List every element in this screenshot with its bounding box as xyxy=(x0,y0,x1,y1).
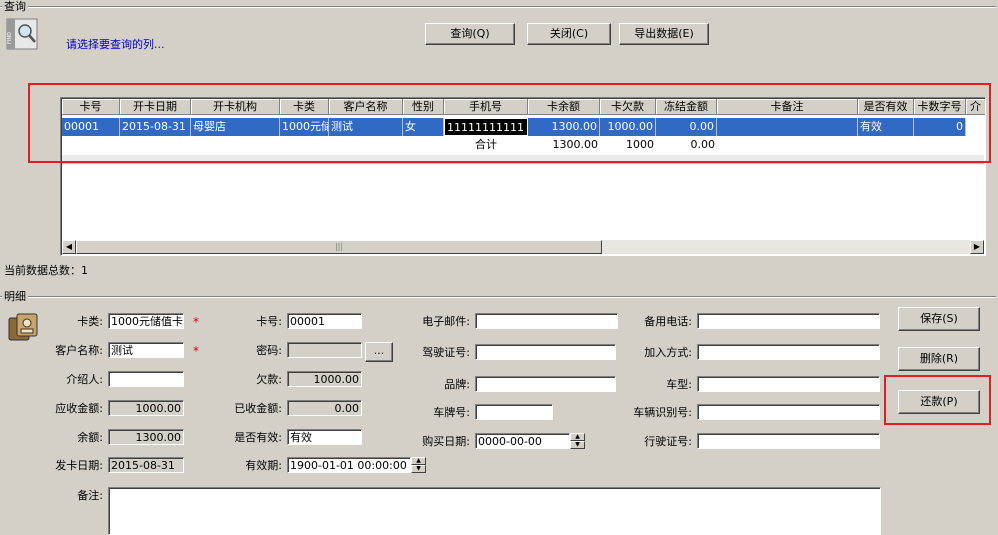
valid-field[interactable]: 有效 xyxy=(287,429,362,445)
purchase-date-label: 购买日期: xyxy=(422,435,470,448)
query-group-border xyxy=(0,6,996,7)
alt-phone-label: 备用电话: xyxy=(644,315,692,328)
save-button[interactable]: 保存(S) xyxy=(898,307,980,331)
password-field xyxy=(287,342,362,358)
svg-text:FIND: FIND xyxy=(7,32,13,44)
balance-field: 1300.00 xyxy=(108,429,184,445)
find-icon: FIND xyxy=(6,18,38,50)
detail-group-border xyxy=(0,296,996,297)
received-label: 已收金额: xyxy=(234,402,282,415)
password-label: 密码: xyxy=(256,344,282,357)
expiry-label: 有效期: xyxy=(245,459,282,472)
customer-field[interactable]: 测试 xyxy=(108,342,184,358)
card-no-field[interactable]: 00001 xyxy=(287,313,362,329)
alt-phone-field[interactable] xyxy=(697,313,880,329)
remark-field[interactable] xyxy=(108,487,881,535)
registration-label: 行驶证号: xyxy=(644,435,692,448)
query-group-title: 查询 xyxy=(2,0,28,14)
delete-button[interactable]: 删除(R) xyxy=(898,347,980,371)
vin-label: 车辆识别号: xyxy=(633,406,692,419)
spin-up-icon[interactable]: ▲ xyxy=(570,433,585,441)
brand-label: 品牌: xyxy=(444,378,470,391)
expiry-field[interactable]: 1900-01-01 00:00:00 xyxy=(287,457,411,473)
car-model-label: 车型: xyxy=(666,378,692,391)
vin-field[interactable] xyxy=(697,404,880,420)
expiry-spinner[interactable]: ▲ ▼ xyxy=(411,457,426,473)
grid-highlight-box xyxy=(28,83,991,163)
query-prompt: 请选择要查询的列... xyxy=(66,38,165,51)
issue-date-field: 2015-08-31 xyxy=(108,457,184,473)
debt-field: 1000.00 xyxy=(287,371,362,387)
spin-down-icon[interactable]: ▼ xyxy=(570,441,585,449)
record-count: 当前数据总数：1 xyxy=(4,264,88,277)
brand-field[interactable] xyxy=(475,376,616,392)
customer-label: 客户名称: xyxy=(55,344,103,357)
spin-up-icon[interactable]: ▲ xyxy=(411,457,426,465)
card-type-label: 卡类: xyxy=(77,315,103,328)
close-button[interactable]: 关闭(C) xyxy=(527,23,611,45)
cards-icon xyxy=(7,312,41,342)
plate-field[interactable] xyxy=(475,404,553,420)
join-method-label: 加入方式: xyxy=(644,346,692,359)
issue-date-label: 发卡日期: xyxy=(55,459,103,472)
join-method-field[interactable] xyxy=(697,344,880,360)
card-no-label: 卡号: xyxy=(256,315,282,328)
purchase-date-spinner[interactable]: ▲ ▼ xyxy=(570,433,585,449)
receivable-field: 1000.00 xyxy=(108,400,184,416)
scroll-left-icon[interactable]: ◀ xyxy=(62,240,76,254)
horizontal-scrollbar[interactable]: ◀ ||| ▶ xyxy=(62,240,984,254)
remark-label: 备注: xyxy=(77,489,103,502)
query-button[interactable]: 查询(Q) xyxy=(425,23,515,45)
registration-field[interactable] xyxy=(697,433,880,449)
license-label: 驾驶证号: xyxy=(422,346,470,359)
scroll-thumb[interactable]: ||| xyxy=(76,240,602,254)
scroll-right-icon[interactable]: ▶ xyxy=(970,240,984,254)
debt-label: 欠款: xyxy=(256,373,282,386)
card-type-field[interactable]: 1000元储值卡 xyxy=(108,313,184,329)
spin-down-icon[interactable]: ▼ xyxy=(411,465,426,473)
required-marker: * xyxy=(193,344,199,358)
receivable-label: 应收金额: xyxy=(55,402,103,415)
referrer-label: 介绍人: xyxy=(66,373,103,386)
referrer-field[interactable] xyxy=(108,371,184,387)
purchase-date-field[interactable]: 0000-00-00 xyxy=(475,433,570,449)
export-button[interactable]: 导出数据(E) xyxy=(619,23,709,45)
email-field[interactable] xyxy=(475,313,618,329)
repay-highlight-box xyxy=(884,375,991,425)
email-label: 电子邮件: xyxy=(422,315,470,328)
valid-label: 是否有效: xyxy=(234,431,282,444)
balance-label: 余额: xyxy=(77,431,103,444)
received-field: 0.00 xyxy=(287,400,362,416)
license-field[interactable] xyxy=(475,344,616,360)
detail-group-title: 明细 xyxy=(2,288,28,304)
browse-button[interactable]: ... xyxy=(365,342,393,362)
car-model-field[interactable] xyxy=(697,376,880,392)
required-marker: * xyxy=(193,315,199,329)
plate-label: 车牌号: xyxy=(433,406,470,419)
